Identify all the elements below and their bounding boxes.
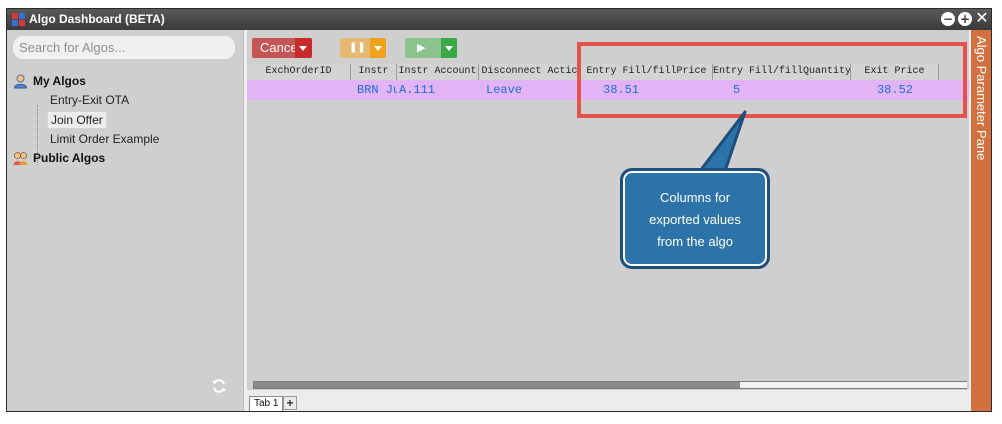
chevron-down-icon <box>299 46 307 51</box>
start-button[interactable]: ▶ <box>405 38 457 58</box>
play-icon: ▶ <box>417 42 426 54</box>
cell-disconnect-action: Leave <box>486 83 523 97</box>
tree-item-limit-order-example[interactable]: Limit Order Example <box>47 131 162 147</box>
callout-text-line: Columns for <box>659 190 731 205</box>
user-icon <box>13 74 28 89</box>
algo-orders-panel: Cancel ❚❚ ▶ ExchOrderID Instr Instr Acco… <box>247 30 969 411</box>
window-title: Algo Dashboard (BETA) <box>29 12 165 26</box>
close-icon[interactable]: ✕ <box>975 10 989 26</box>
users-group-icon <box>13 152 28 166</box>
tree-group-label: My Algos <box>33 74 86 88</box>
search-input[interactable] <box>13 36 235 59</box>
pause-icon: ❚❚ <box>349 42 366 53</box>
annotation-callout: Columns for exported values from the alg… <box>620 168 770 269</box>
scrollbar-thumb[interactable] <box>740 382 967 388</box>
cell-exit-price: 38.52 <box>877 83 914 97</box>
tree-group-label: Public Algos <box>33 151 106 165</box>
tree-group-my-algos[interactable]: My Algos <box>13 74 86 89</box>
horizontal-scrollbar[interactable] <box>253 381 967 389</box>
add-tab-button[interactable]: + <box>283 396 297 410</box>
cancel-button[interactable]: Cancel <box>252 38 312 58</box>
grid-header: ExchOrderID Instr Instr Account Disconne… <box>247 64 939 80</box>
cancel-dropdown-button[interactable] <box>295 38 312 58</box>
maximize-icon[interactable]: + <box>958 12 972 26</box>
algo-parameter-pane-label: Algo Parameter Pane <box>974 36 989 161</box>
column-header-entry-fill-price[interactable]: Entry Fill/fillPrice <box>581 64 713 80</box>
column-header-instr[interactable]: Instr <box>351 64 397 80</box>
cell-instr-account: A.111 <box>399 83 436 97</box>
title-bar: Algo Dashboard (BETA) − + ✕ <box>7 9 991 30</box>
algo-parameter-pane-toggle[interactable]: Algo Parameter Pane <box>969 30 991 411</box>
chevron-down-icon <box>445 46 453 51</box>
callout-text-line: exported values <box>649 212 741 227</box>
cell-instr: BRN Jul <box>357 83 397 97</box>
pause-dropdown-button[interactable] <box>370 38 386 58</box>
column-header-entry-fill-quantity[interactable]: Entry Fill/fillQuantity <box>713 64 851 80</box>
tab-bar: Tab 1 + <box>247 390 969 411</box>
start-dropdown-button[interactable] <box>441 38 457 58</box>
refresh-icon[interactable] <box>211 378 227 394</box>
column-header-exit-price[interactable]: Exit Price <box>851 64 939 80</box>
tree-item-join-offer[interactable]: Join Offer <box>47 111 107 129</box>
chevron-down-icon <box>374 46 382 51</box>
tree-item-entry-exit-ota[interactable]: Entry-Exit OTA <box>47 92 132 108</box>
table-row[interactable]: BRN Jul A.111 Leave 38.51 5 38.52 <box>247 80 969 100</box>
app-logo-icon <box>12 13 25 26</box>
cell-exch-order-id <box>247 80 351 100</box>
column-header-instr-account[interactable]: Instr Account <box>397 64 479 80</box>
cell-entry-fill-quantity: 5 <box>733 83 741 97</box>
minimize-icon[interactable]: − <box>941 12 955 26</box>
algo-dashboard-window: Algo Dashboard (BETA) − + ✕ My Algos Ent… <box>6 8 992 412</box>
column-header-exch-order-id[interactable]: ExchOrderID <box>247 64 351 80</box>
tab-1[interactable]: Tab 1 <box>249 396 284 411</box>
tree-group-public-algos[interactable]: Public Algos <box>13 151 105 166</box>
column-header-disconnect-action[interactable]: Disconnect Actic <box>479 64 581 80</box>
callout-text-line: from the algo <box>657 234 733 249</box>
pause-button[interactable]: ❚❚ <box>340 38 386 58</box>
cell-entry-fill-price: 38.51 <box>603 83 640 97</box>
algo-library-panel: My Algos Entry-Exit OTA Join Offer Limit… <box>7 30 243 411</box>
